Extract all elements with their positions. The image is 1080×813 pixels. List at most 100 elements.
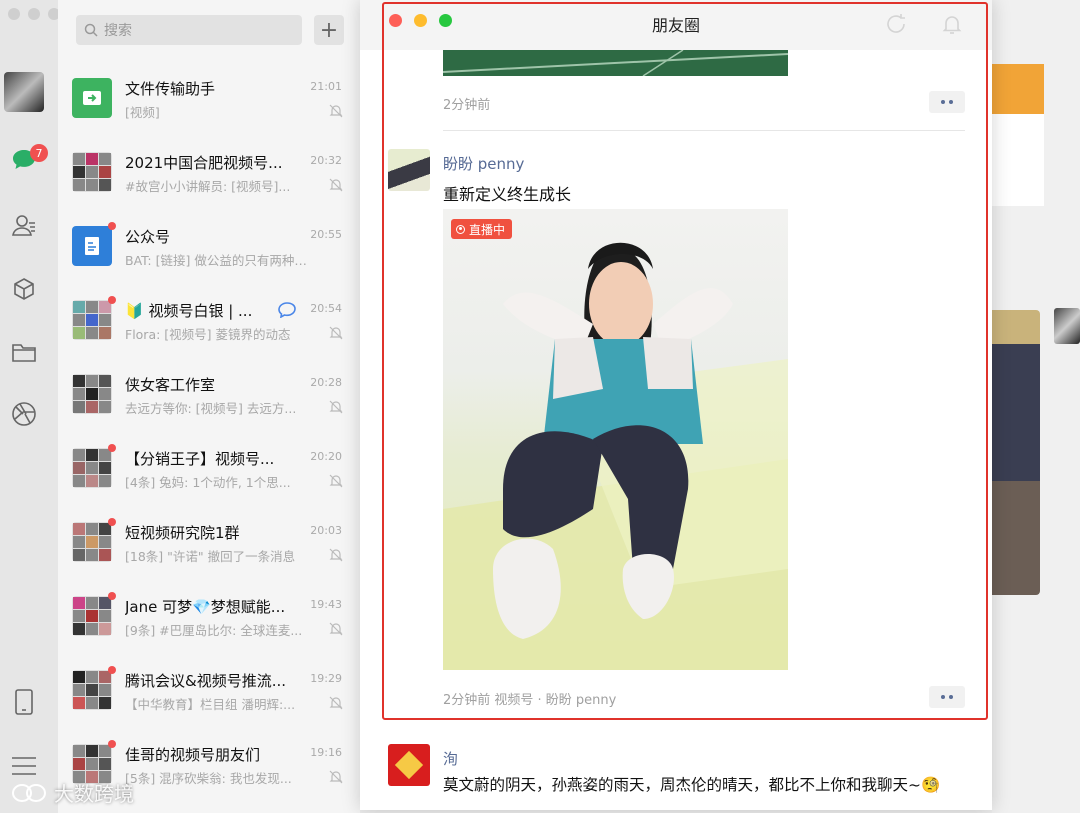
unread-dot — [108, 518, 116, 526]
post-text: 重新定义终生成长 — [443, 185, 572, 204]
author-avatar[interactable] — [388, 149, 430, 191]
chat-name: 短视频研究院1群 — [125, 524, 240, 542]
moments-aperture-icon[interactable] — [10, 400, 38, 428]
group-avatar — [72, 448, 112, 488]
my-avatar[interactable] — [4, 72, 44, 112]
chat-name: 腾讯会议&视频号推流... — [125, 672, 287, 690]
chat-preview: #故宫小小讲解员: [视频号]... — [125, 179, 291, 194]
close-window-button[interactable] — [8, 8, 20, 20]
unread-dot — [108, 592, 116, 600]
chat-preview: 【中华教育】栏目组 潘明辉:... — [125, 697, 296, 712]
chat-preview: [9条] #巴厘岛比尔: 全球连麦... — [125, 623, 303, 638]
unread-dot — [108, 222, 116, 230]
contacts-icon[interactable] — [10, 212, 38, 240]
chat-item[interactable]: 侠女客工作室 20:28 去远方等你: [视频号] 去远方... — [58, 363, 360, 436]
moments-window: 朋友圈 2分钟前 盼盼 penny 重新定义终生成长 直播中 2分钟前 视频号 … — [360, 0, 992, 810]
moments-titlebar: 朋友圈 — [360, 0, 992, 50]
post-text: 莫文蔚的阴天，孙燕姿的雨天，周杰伦的晴天，都比不上你和我聊天~🧐 — [443, 776, 941, 794]
chat-item[interactable]: 腾讯会议&视频号推流... 19:29 【中华教育】栏目组 潘明辉:... — [58, 659, 360, 732]
live-label: 直播中 — [469, 222, 506, 237]
chat-preview: BAT: [链接] 做公益的只有两种公... — [125, 253, 311, 268]
chat-item[interactable]: 公众号 20:55 BAT: [链接] 做公益的只有两种公... — [58, 215, 360, 288]
chat-time: 19:29 — [310, 672, 342, 685]
chat-item[interactable]: 短视频研究院1群 20:03 [18条] "许诺" 撤回了一条消息 — [58, 511, 360, 584]
shared-image[interactable] — [992, 310, 1040, 595]
search-box[interactable]: 搜索 — [76, 15, 302, 45]
author-avatar[interactable] — [388, 744, 430, 786]
live-video-thumbnail[interactable]: 直播中 — [443, 209, 788, 670]
chat-item[interactable]: 文件传输助手 21:01 [视频] — [58, 67, 360, 140]
chat-time: 20:55 — [310, 228, 342, 241]
group-avatar — [72, 670, 112, 710]
group-avatar — [72, 522, 112, 562]
chat-time: 20:28 — [310, 376, 342, 389]
chat-time: 20:54 — [310, 302, 342, 315]
mute-bell-icon — [329, 104, 343, 118]
link-card-image — [992, 64, 1044, 114]
chat-name: 佳哥的视频号朋友们 — [125, 746, 261, 764]
previous-post-image[interactable] — [442, 49, 789, 77]
chat-preview: [视频] — [125, 105, 160, 120]
chat-item[interactable]: 🔰 视频号白银 | ... 20:54 Flora: [视频号] 菱镜界的动态 — [58, 289, 360, 362]
post-author[interactable]: 盼盼 penny — [443, 153, 524, 174]
background-chat-window — [992, 0, 1080, 813]
chat-time: 21:01 — [310, 80, 342, 93]
watermark-logo-icon — [12, 783, 46, 802]
unread-badge: 7 — [30, 144, 48, 162]
post-footer: 2分钟前 视频号 · 盼盼 penny — [443, 693, 617, 708]
icon-sidebar: 7 — [0, 0, 60, 813]
chat-preview: 去远方等你: [视频号] 去远方... — [125, 401, 297, 416]
chat-name: 2021中国合肥视频号... — [125, 154, 283, 172]
notification-bell-icon[interactable] — [940, 12, 964, 36]
mute-bell-icon — [329, 622, 343, 636]
chat-preview: Flora: [视频号] 菱镜界的动态 — [125, 327, 291, 342]
contact-avatar — [1054, 308, 1080, 344]
chat-item[interactable]: Jane 可梦💎梦想赋能... 19:43 [9条] #巴厘岛比尔: 全球连麦.… — [58, 585, 360, 658]
chat-item[interactable]: 【分销王子】视频号... 20:20 [4条] 兔妈: 1个动作, 1个思... — [58, 437, 360, 510]
more-actions-button[interactable] — [929, 91, 965, 113]
fu-diamond-icon — [394, 750, 424, 780]
refresh-icon[interactable] — [884, 12, 908, 36]
mute-bell-icon — [329, 178, 343, 192]
group-avatar — [72, 300, 112, 340]
mute-bell-icon — [329, 400, 343, 414]
phone-icon[interactable] — [10, 688, 38, 716]
mute-bell-icon — [329, 770, 343, 784]
live-indicator-icon — [456, 224, 465, 234]
chat-name: 侠女客工作室 — [125, 376, 216, 394]
chat-name: 【分销王子】视频号... — [125, 450, 275, 468]
live-badge: 直播中 — [451, 219, 513, 239]
chat-time: 20:03 — [310, 524, 342, 537]
chat-time: 19:43 — [310, 598, 342, 611]
group-avatar — [72, 374, 112, 414]
chat-preview: [5条] 混序砍柴翁: 我也发现... — [125, 771, 292, 786]
chat-preview: [18条] "许诺" 撤回了一条消息 — [125, 549, 296, 564]
unread-dot — [108, 740, 116, 748]
add-button[interactable]: + — [314, 15, 344, 45]
mute-bell-icon — [329, 548, 343, 562]
window-controls — [8, 8, 60, 20]
search-icon — [84, 23, 98, 37]
chat-name: 公众号 — [125, 228, 171, 246]
chat-name: Jane 可梦💎梦想赋能... — [125, 598, 286, 616]
chat-time: 20:20 — [310, 450, 342, 463]
chat-preview: [4条] 兔妈: 1个动作, 1个思... — [125, 475, 291, 490]
more-actions-button[interactable] — [929, 686, 965, 708]
post-divider — [443, 130, 965, 131]
folder-icon[interactable] — [10, 338, 38, 366]
chat-time: 19:16 — [310, 746, 342, 759]
minimize-window-button[interactable] — [28, 8, 40, 20]
chat-list: 搜索 + 文件传输助手 21:01 [视频] 2021中国合肥视频号... 20… — [58, 0, 360, 813]
mute-bell-icon — [329, 326, 343, 340]
typing-bubble-icon — [278, 302, 296, 318]
chat-name: 文件传输助手 — [125, 80, 216, 98]
post-author[interactable]: 洵 — [443, 748, 458, 769]
chat-item[interactable]: 2021中国合肥视频号... 20:32 #故宫小小讲解员: [视频号]... — [58, 141, 360, 214]
watermark: 大数跨境 — [10, 778, 134, 807]
chat-time: 20:32 — [310, 154, 342, 167]
mute-bell-icon — [329, 696, 343, 710]
official-accounts-avatar — [72, 226, 112, 266]
mini-program-cube-icon[interactable] — [10, 275, 38, 303]
search-placeholder: 搜索 — [104, 23, 132, 39]
menu-icon[interactable] — [10, 752, 38, 780]
